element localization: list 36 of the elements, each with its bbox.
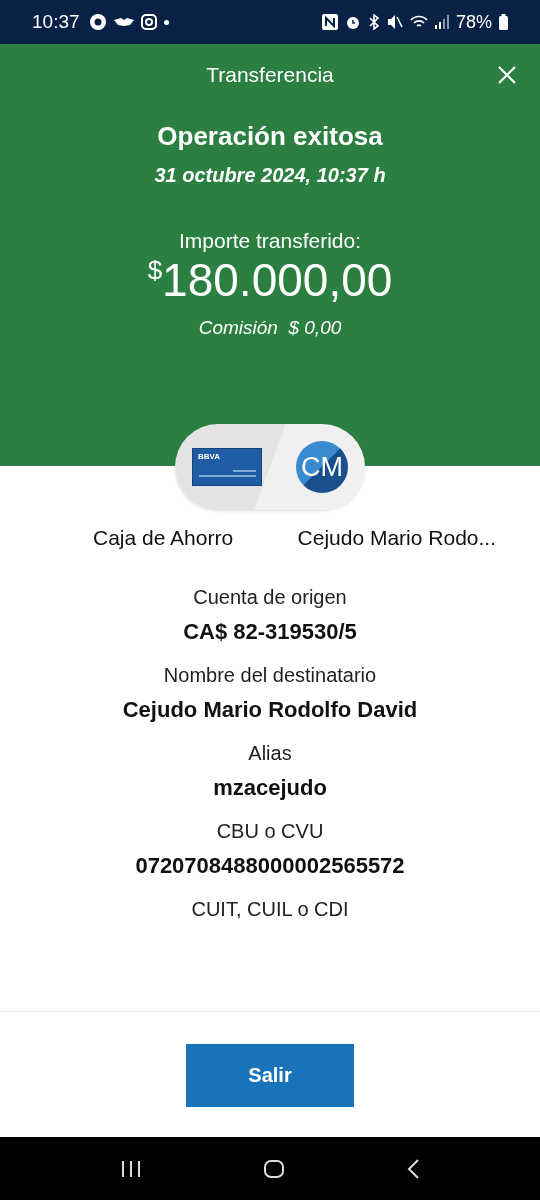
initials-avatar: CM	[296, 441, 348, 493]
nfc-icon	[321, 14, 338, 30]
home-icon[interactable]	[263, 1158, 285, 1179]
mute-icon	[386, 14, 403, 30]
recent-apps-icon[interactable]	[120, 1159, 143, 1178]
camera-icon	[140, 14, 157, 30]
browser-icon	[88, 13, 107, 31]
bluetooth-icon	[367, 14, 380, 30]
back-icon[interactable]	[405, 1157, 420, 1180]
recipient-name: Cejudo Mario Rodo...	[297, 526, 496, 550]
detail-value: CA$ 82-319530/5	[183, 619, 357, 645]
dot-icon	[163, 19, 169, 25]
detail-label: Alias	[248, 742, 292, 765]
detail-label: Cuenta de origen	[193, 586, 347, 609]
detail-label: CUIT, CUIL o CDI	[191, 898, 349, 921]
detail-label: CBU o CVU	[216, 820, 324, 843]
battery-percent: 78%	[455, 11, 492, 33]
origin-account-name: Caja de Ahorro	[93, 526, 234, 550]
card-icon: BBVA	[192, 448, 262, 486]
alarm-icon	[344, 14, 361, 30]
success-title: Operación exitosa	[157, 121, 383, 152]
screen-title: Transferencia	[206, 63, 334, 87]
exit-button[interactable]: Salir	[186, 1044, 354, 1107]
close-icon[interactable]	[497, 65, 517, 85]
signal-icon	[434, 15, 449, 29]
detail-label: Nombre del destinatario	[163, 664, 377, 687]
battery-icon	[499, 14, 508, 30]
operation-date: 31 octubre 2024, 10:37 h	[154, 164, 386, 187]
amount-label: Importe transferido:	[178, 229, 362, 253]
commission-text: Comisión $ 0,00	[198, 317, 342, 339]
detail-value: mzacejudo	[213, 775, 327, 801]
status-time: 10:37	[32, 11, 80, 33]
detail-value: 0720708488000002565572	[135, 853, 405, 879]
wifi-icon	[409, 15, 428, 29]
amount-value: $^{$}$180.000,00	[147, 255, 393, 305]
detail-value: Cejudo Mario Rodolfo David	[122, 697, 418, 723]
